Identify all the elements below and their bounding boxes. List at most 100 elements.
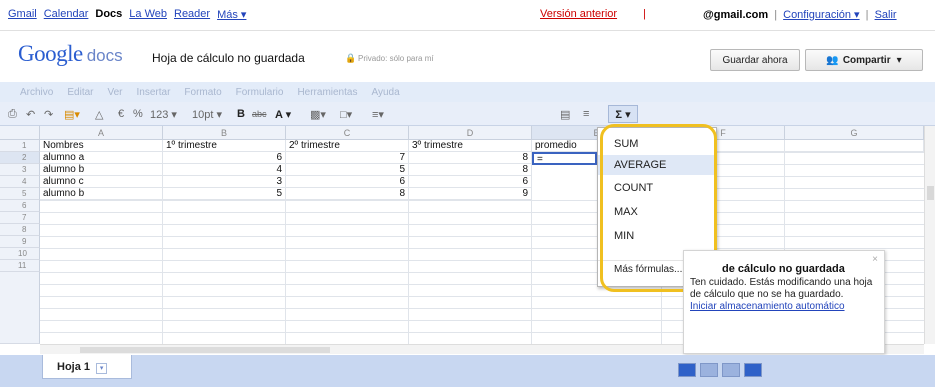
clear-format-icon[interactable]: △ bbox=[95, 106, 103, 122]
column-header-d[interactable]: D bbox=[409, 126, 532, 140]
cell-d1[interactable]: 3º trimestre bbox=[409, 140, 532, 152]
wrap-text-icon[interactable]: ≡ bbox=[583, 106, 589, 122]
row-header[interactable]: 7 bbox=[0, 212, 40, 224]
column-header-c[interactable]: C bbox=[286, 126, 409, 140]
menu-edit[interactable]: Editar bbox=[67, 87, 93, 98]
previous-version-link[interactable]: Versión anterior bbox=[540, 8, 617, 20]
cell-g1[interactable] bbox=[785, 140, 924, 152]
settings-link[interactable]: Configuración ▾ bbox=[783, 9, 859, 21]
row-header[interactable]: 10 bbox=[0, 248, 40, 260]
text-color-button[interactable]: A ▾ bbox=[275, 106, 291, 122]
merge-cells-icon[interactable]: ▤ bbox=[560, 106, 570, 122]
logo-docs-text: docs bbox=[86, 46, 123, 65]
cell-b1[interactable]: 1º trimestre bbox=[163, 140, 286, 152]
cell-d5[interactable]: 9 bbox=[409, 188, 532, 200]
cell-a4[interactable]: alumno c bbox=[40, 176, 163, 188]
sheet-tab-1[interactable]: Hoja 1 ▾ bbox=[42, 355, 132, 379]
chevron-down-icon[interactable]: ▾ bbox=[96, 363, 108, 374]
cell-a3[interactable]: alumno b bbox=[40, 164, 163, 176]
sheet-list-icon[interactable] bbox=[744, 363, 762, 377]
row-header[interactable]: 6 bbox=[0, 200, 40, 212]
percent-icon[interactable]: % bbox=[133, 106, 143, 122]
close-icon[interactable]: × bbox=[872, 254, 878, 265]
column-header-g[interactable]: G bbox=[785, 126, 924, 140]
cell-b2[interactable]: 6 bbox=[163, 152, 286, 164]
nav-calendar-link[interactable]: Calendar bbox=[44, 8, 89, 21]
row-header[interactable]: 8 bbox=[0, 224, 40, 236]
print-icon[interactable]: ⎙ bbox=[8, 106, 17, 122]
corner-cell[interactable] bbox=[0, 126, 40, 140]
formula-item-max[interactable]: MAX bbox=[598, 202, 716, 222]
cell-a5[interactable]: alumno b bbox=[40, 188, 163, 200]
row-header[interactable]: 4 bbox=[0, 176, 40, 188]
cell-a2[interactable]: alumno a bbox=[40, 152, 163, 164]
formatting-toolbar: ⎙ ↶ ↷ ▤▾ △ € % 123 ▾ 10pt ▾ B abc A ▾ ▩▾… bbox=[0, 102, 935, 126]
menu-help[interactable]: Ayuda bbox=[371, 87, 399, 98]
logo-google-text: Google bbox=[18, 41, 83, 66]
formula-item-count[interactable]: COUNT bbox=[598, 178, 716, 198]
google-docs-logo[interactable]: Google docs bbox=[18, 41, 123, 67]
horizontal-scroll-thumb[interactable] bbox=[80, 347, 330, 353]
sign-out-link[interactable]: Salir bbox=[875, 9, 897, 21]
column-header-a[interactable]: A bbox=[40, 126, 163, 140]
cell-b4[interactable]: 3 bbox=[163, 176, 286, 188]
cell-c3[interactable]: 5 bbox=[286, 164, 409, 176]
vertical-scrollbar[interactable] bbox=[924, 126, 935, 344]
menu-format[interactable]: Formato bbox=[184, 87, 221, 98]
menu-insert[interactable]: Insertar bbox=[137, 87, 171, 98]
borders-icon[interactable]: □▾ bbox=[340, 106, 352, 122]
cell-c2[interactable]: 7 bbox=[286, 152, 409, 164]
row-header[interactable]: 5 bbox=[0, 188, 40, 200]
menu-file[interactable]: Archivo bbox=[20, 87, 53, 98]
chevron-down-icon: ▾ bbox=[896, 54, 902, 66]
tooltip-body: Ten cuidado. Estás modificando una hoja … bbox=[690, 277, 873, 300]
add-sheet-icon[interactable] bbox=[678, 363, 696, 377]
align-icon[interactable]: ≡▾ bbox=[372, 106, 384, 122]
redo-icon[interactable]: ↷ bbox=[44, 106, 53, 122]
nav-docs-link[interactable]: Docs bbox=[95, 8, 122, 21]
formula-sigma-button[interactable]: Σ ▾ bbox=[608, 105, 638, 123]
save-now-button[interactable]: Guardar ahora bbox=[710, 49, 800, 71]
font-size-dropdown[interactable]: 10pt ▾ bbox=[192, 106, 222, 122]
nav-gmail-link[interactable]: Gmail bbox=[8, 8, 37, 21]
cell-b3[interactable]: 4 bbox=[163, 164, 286, 176]
vertical-scroll-thumb[interactable] bbox=[927, 186, 934, 200]
menu-form[interactable]: Formulario bbox=[236, 87, 284, 98]
cell-e2-active[interactable]: = bbox=[532, 152, 597, 165]
sheet-nav-next-icon[interactable] bbox=[722, 363, 740, 377]
menu-tools[interactable]: Herramientas bbox=[297, 87, 357, 98]
sheet-nav-prev-icon[interactable] bbox=[700, 363, 718, 377]
share-button[interactable]: 👥 Compartir ▾ bbox=[805, 49, 923, 71]
undo-icon[interactable]: ↶ bbox=[26, 106, 35, 122]
bold-button[interactable]: B bbox=[237, 106, 245, 122]
cell-d3[interactable]: 8 bbox=[409, 164, 532, 176]
column-header-b[interactable]: B bbox=[163, 126, 286, 140]
cell-a1[interactable]: Nombres bbox=[40, 140, 163, 152]
document-title[interactable]: Hoja de cálculo no guardada bbox=[152, 51, 305, 65]
start-autosave-link[interactable]: Iniciar almacenamiento automático bbox=[690, 301, 878, 313]
row-header[interactable]: 1 bbox=[0, 140, 40, 152]
formula-item-min[interactable]: MIN bbox=[598, 226, 716, 246]
menu-bar: Archivo Editar Ver Insertar Formato Form… bbox=[0, 82, 935, 102]
cell-c4[interactable]: 6 bbox=[286, 176, 409, 188]
nav-more-link[interactable]: Más ▾ bbox=[217, 8, 246, 21]
cell-d2[interactable]: 8 bbox=[409, 152, 532, 164]
number-format-dropdown[interactable]: 123 ▾ bbox=[150, 106, 177, 122]
cell-b5[interactable]: 5 bbox=[163, 188, 286, 200]
currency-icon[interactable]: € bbox=[118, 106, 124, 122]
cell-c1[interactable]: 2º trimestre bbox=[286, 140, 409, 152]
row-header[interactable]: 3 bbox=[0, 164, 40, 176]
row-header[interactable]: 2 bbox=[0, 152, 40, 164]
nav-web-link[interactable]: La Web bbox=[129, 8, 167, 21]
cell-d4[interactable]: 6 bbox=[409, 176, 532, 188]
fill-color-icon[interactable]: ▩▾ bbox=[310, 106, 326, 122]
row-header[interactable]: 11 bbox=[0, 260, 40, 272]
nav-reader-link[interactable]: Reader bbox=[174, 8, 210, 21]
formula-item-average[interactable]: AVERAGE bbox=[598, 155, 716, 175]
row-header[interactable]: 9 bbox=[0, 236, 40, 248]
strikethrough-button[interactable]: abc bbox=[252, 106, 267, 122]
paint-format-icon[interactable]: ▤▾ bbox=[64, 106, 80, 122]
cell-c5[interactable]: 8 bbox=[286, 188, 409, 200]
menu-view[interactable]: Ver bbox=[107, 87, 122, 98]
formula-item-sum[interactable]: SUM bbox=[598, 134, 716, 154]
